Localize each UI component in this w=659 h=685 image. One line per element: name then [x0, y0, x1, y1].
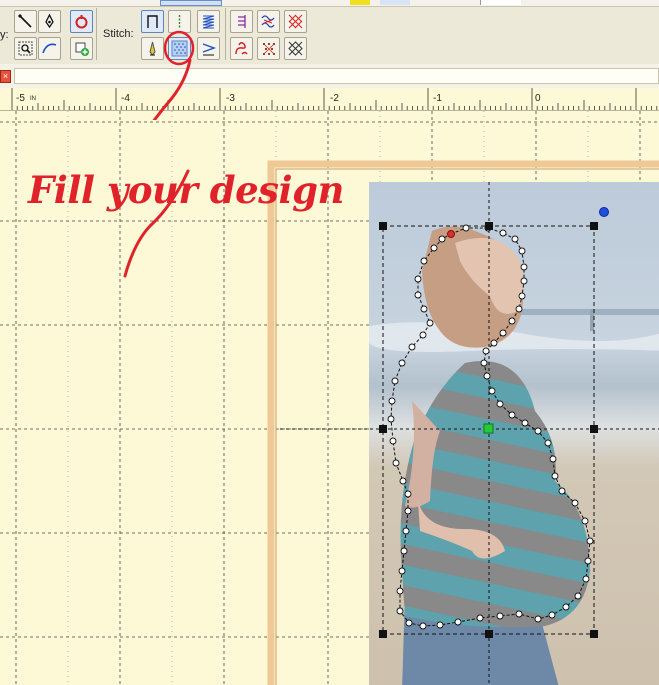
outline-node[interactable] — [398, 359, 406, 367]
outline-node[interactable] — [438, 235, 446, 243]
outline-node[interactable] — [518, 247, 526, 255]
outline-node[interactable] — [496, 612, 504, 620]
outline-node[interactable] — [420, 257, 428, 265]
center-point-handle[interactable] — [483, 423, 494, 434]
outline-node[interactable] — [496, 400, 504, 408]
resize-handle-bottom-left — [379, 630, 387, 638]
outline-node[interactable] — [584, 557, 592, 565]
outline-node[interactable] — [398, 567, 406, 575]
outline-node[interactable] — [419, 331, 427, 339]
outline-node[interactable] — [488, 387, 496, 395]
annotation-text: Fill your design — [28, 168, 344, 212]
outline-node[interactable] — [499, 229, 507, 237]
outline-node[interactable] — [551, 472, 559, 480]
outline-node[interactable] — [490, 339, 498, 347]
outline-node[interactable] — [420, 305, 428, 313]
outline-node[interactable] — [508, 317, 516, 325]
resize-handle-right — [590, 425, 598, 433]
outline-node[interactable] — [480, 359, 488, 367]
outline-node[interactable] — [430, 244, 438, 252]
outline-node[interactable] — [389, 437, 397, 445]
annotation-overlay — [152, 30, 195, 120]
outline-node[interactable] — [400, 547, 408, 555]
outline-node[interactable] — [426, 319, 434, 327]
resize-handle-top-right — [590, 222, 598, 230]
outline-node[interactable] — [391, 377, 399, 385]
outline-node[interactable] — [534, 427, 542, 435]
outline-node[interactable] — [549, 455, 557, 463]
outline-node[interactable] — [511, 235, 519, 243]
outline-node[interactable] — [508, 411, 516, 419]
outline-node[interactable] — [534, 615, 542, 623]
outline-node[interactable] — [436, 621, 444, 629]
outline-node[interactable] — [483, 372, 491, 380]
outline-node[interactable] — [520, 277, 528, 285]
outline-node[interactable] — [454, 618, 462, 626]
outline-node[interactable] — [462, 224, 470, 232]
outline-node[interactable] — [562, 603, 570, 611]
outline-node[interactable] — [581, 517, 589, 525]
outline-node[interactable] — [392, 459, 400, 467]
outline-node[interactable] — [499, 329, 507, 337]
outline-node[interactable] — [387, 415, 395, 423]
outline-node[interactable] — [396, 587, 404, 595]
outline-node[interactable] — [404, 507, 412, 515]
outline-node[interactable] — [388, 397, 396, 405]
outline-node[interactable] — [515, 610, 523, 618]
outline-node[interactable] — [408, 343, 416, 351]
outline-node[interactable] — [482, 347, 490, 355]
outline-node[interactable] — [518, 292, 526, 300]
outline-node[interactable] — [405, 619, 413, 627]
annotation-arrow-upper — [152, 58, 192, 120]
outline-node[interactable] — [571, 499, 579, 507]
outline-node[interactable] — [399, 477, 407, 485]
outline-node[interactable] — [544, 439, 552, 447]
outline-node[interactable] — [586, 537, 594, 545]
resize-handle-left — [379, 425, 387, 433]
outline-node[interactable] — [414, 291, 422, 299]
outline-node[interactable] — [402, 527, 410, 535]
outline-node[interactable] — [582, 575, 590, 583]
start-node[interactable] — [447, 230, 455, 238]
outline-node[interactable] — [558, 487, 566, 495]
background-photo — [369, 182, 659, 685]
resize-handle-bottom-right — [590, 630, 598, 638]
outline-node[interactable] — [476, 614, 484, 622]
resize-handle-bottom — [485, 630, 493, 638]
resize-handle-top-left — [379, 222, 387, 230]
outline-node[interactable] — [548, 611, 556, 619]
outline-node[interactable] — [419, 622, 427, 630]
outline-node[interactable] — [520, 263, 528, 271]
resize-handle-top — [485, 222, 493, 230]
outline-node[interactable] — [414, 275, 422, 283]
outline-node[interactable] — [396, 607, 404, 615]
outline-node[interactable] — [404, 490, 412, 498]
outline-node[interactable] — [515, 305, 523, 313]
outline-node[interactable] — [521, 419, 529, 427]
outline-node[interactable] — [574, 592, 582, 600]
rotation-handle[interactable] — [599, 207, 609, 217]
